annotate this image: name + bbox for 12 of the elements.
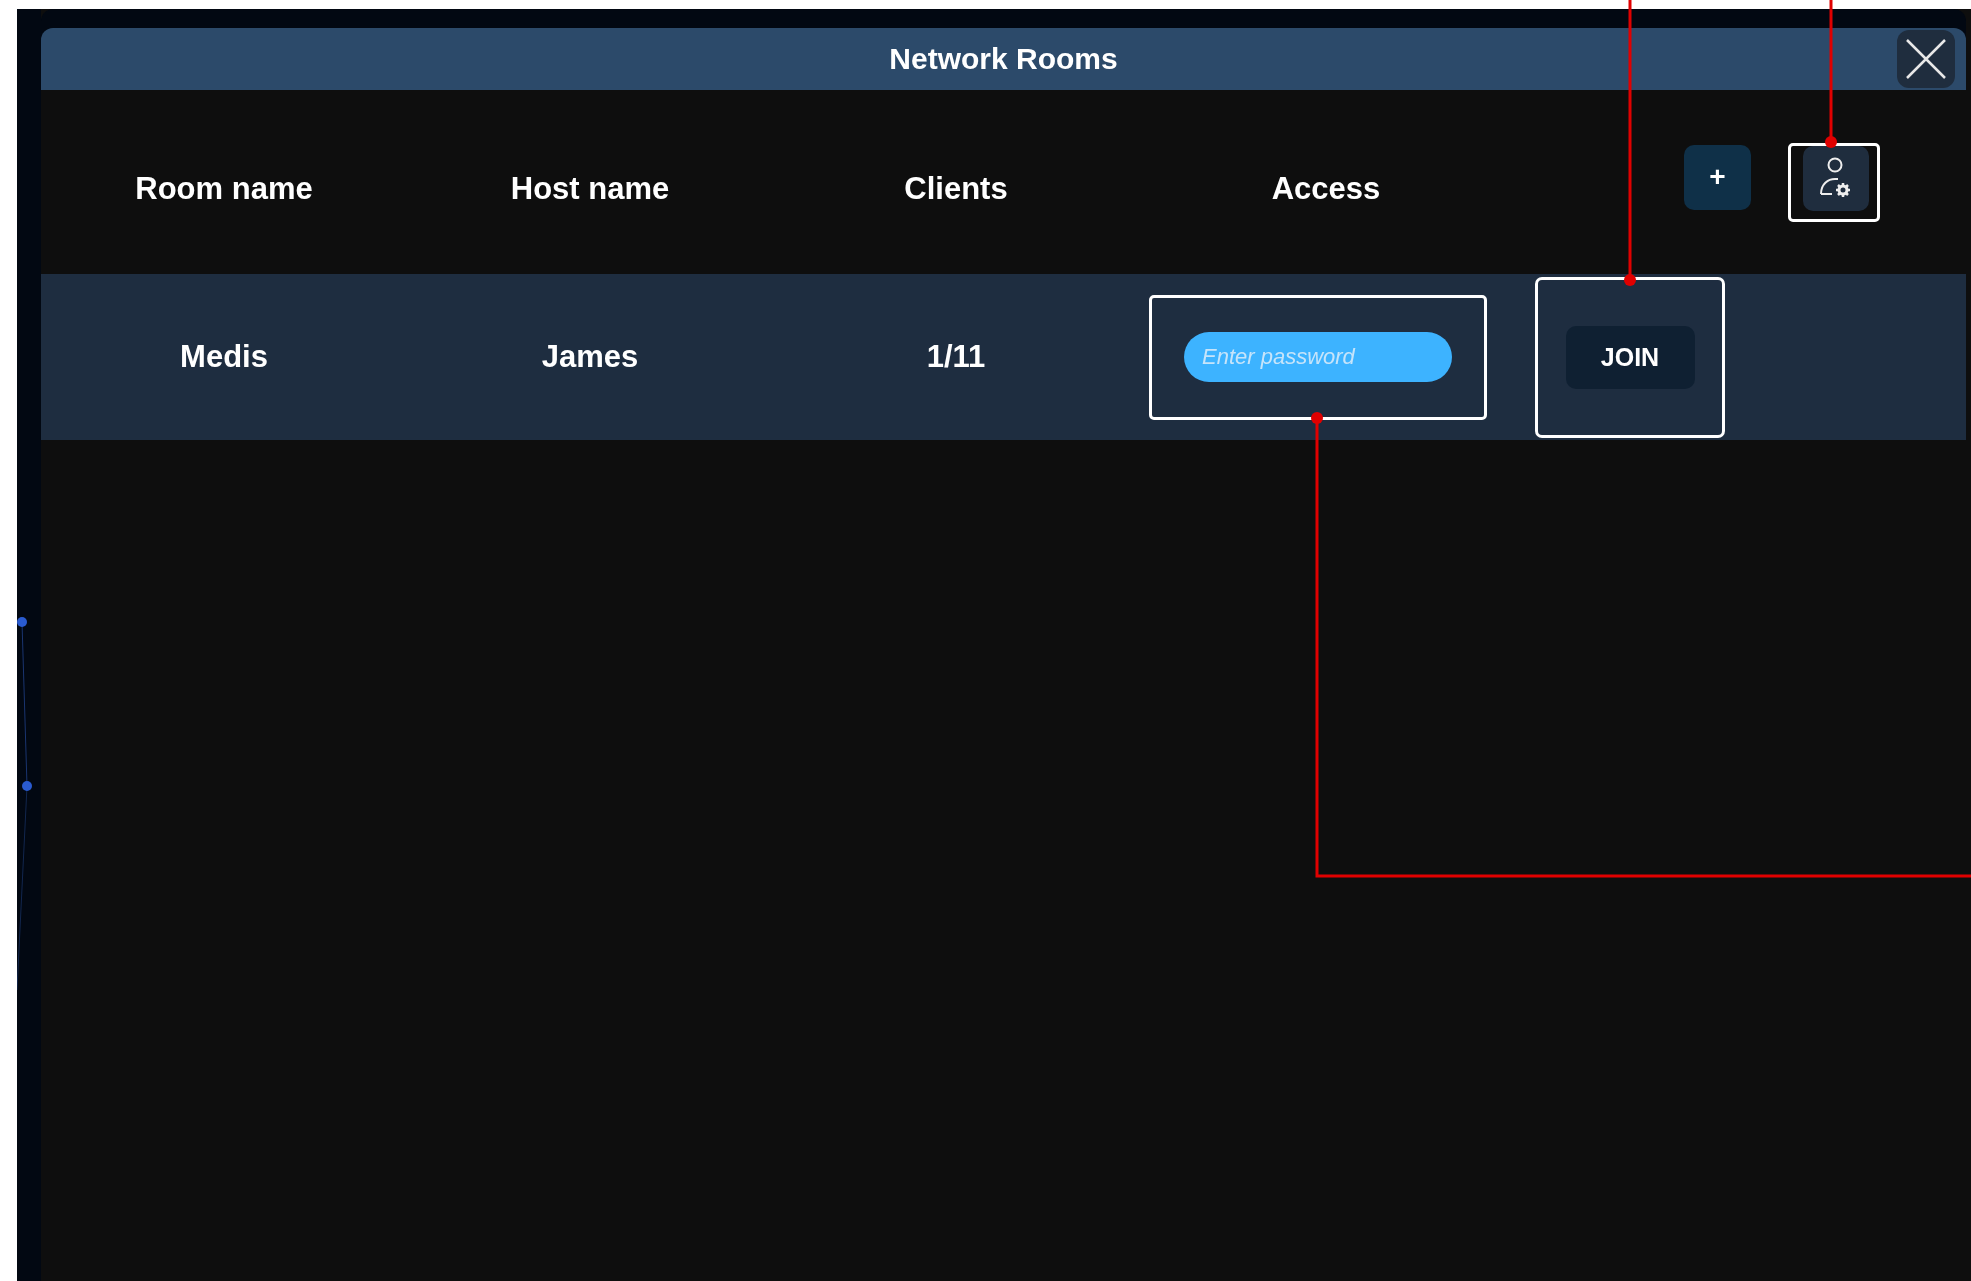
table-cell-text: James bbox=[540, 339, 640, 375]
column-header: Room name bbox=[134, 171, 314, 207]
add-button[interactable]: + bbox=[1684, 144, 1751, 210]
column-header: Host name bbox=[509, 171, 671, 207]
password-field[interactable]: Enter password bbox=[1184, 332, 1452, 382]
join-button[interactable]: JOIN bbox=[1565, 325, 1695, 389]
table-cell-text: 1/11 bbox=[925, 339, 987, 375]
room-row[interactable]: Medis James 1/11 Enter password JOIN bbox=[41, 274, 1966, 440]
column-header: Clients bbox=[903, 171, 1009, 207]
column-header: Access bbox=[1270, 171, 1382, 207]
table-cell-text: Medis bbox=[179, 339, 269, 375]
window-title: Network Rooms bbox=[889, 42, 1118, 76]
